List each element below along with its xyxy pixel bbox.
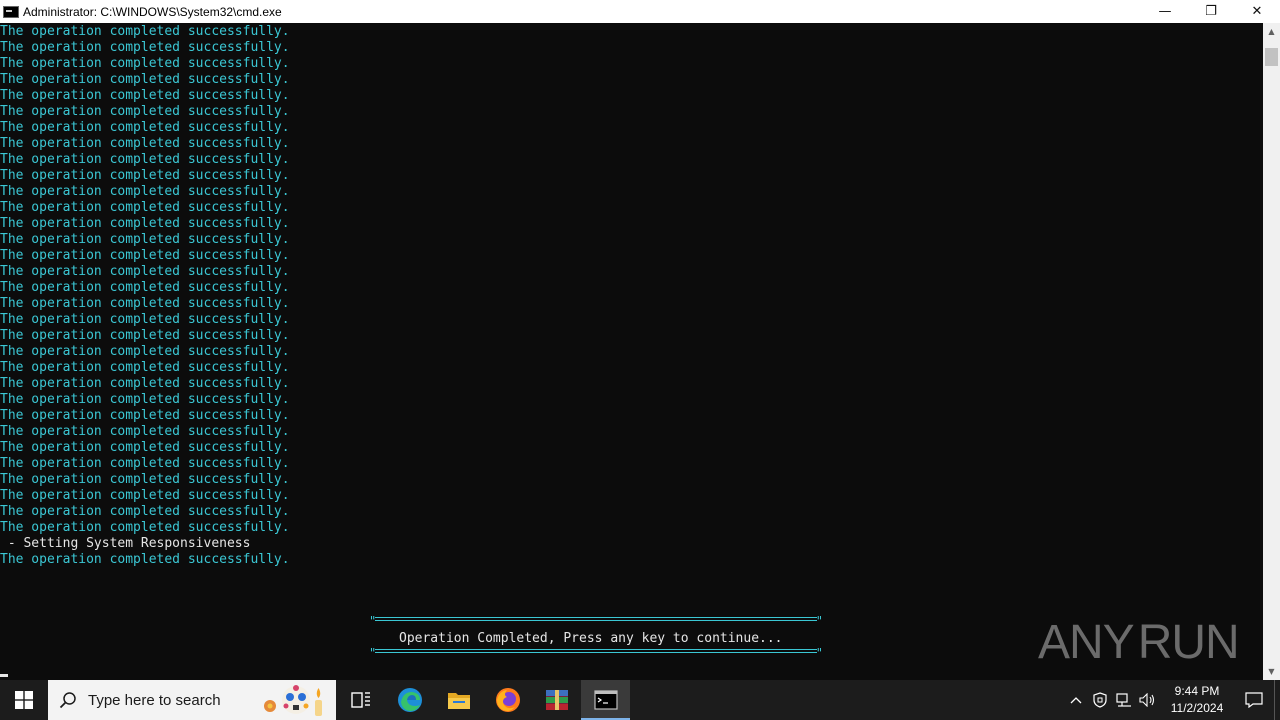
banner-quote: ": [369, 646, 377, 660]
defender-shield-icon[interactable]: [1088, 680, 1112, 720]
console-line: The operation completed successfully.: [0, 120, 290, 135]
console-line: The operation completed successfully.: [0, 472, 290, 487]
cmd-taskbar-button[interactable]: [581, 680, 630, 720]
console-line: The operation completed successfully.: [0, 136, 290, 151]
console-line: The operation completed successfully.: [0, 216, 290, 231]
clock[interactable]: 9:44 PM 11/2/2024: [1160, 683, 1234, 717]
console-line: The operation completed successfully.: [0, 104, 290, 119]
console-line: The operation completed successfully.: [0, 24, 290, 39]
console-line: The operation completed successfully.: [0, 424, 290, 439]
text-cursor: [0, 674, 8, 677]
console-line: The operation completed successfully.: [0, 248, 290, 263]
windows-logo-icon: [15, 691, 33, 709]
double-rule: [375, 649, 817, 653]
edge-icon: [397, 688, 422, 712]
close-button[interactable]: ✕: [1234, 0, 1280, 23]
anyrun-watermark: ANY RUN: [1038, 610, 1240, 674]
banner-quote: ": [815, 614, 823, 628]
console-line: The operation completed successfully.: [0, 184, 290, 199]
console-line: The operation completed successfully.: [0, 296, 290, 311]
show-desktop-button[interactable]: [1274, 680, 1280, 720]
banner-bottom-rule: " ": [369, 646, 823, 660]
file-explorer-taskbar-button[interactable]: [434, 680, 483, 720]
console-line: The operation completed successfully.: [0, 456, 290, 471]
restore-button[interactable]: ❐: [1188, 0, 1234, 23]
console-line: The operation completed successfully.: [0, 312, 290, 327]
cmd-icon: [593, 690, 618, 710]
task-view-icon: [350, 692, 370, 708]
console-line: The operation completed successfully.: [0, 344, 290, 359]
console-output[interactable]: The operation completed successfully. The…: [0, 23, 1263, 680]
firefox-taskbar-button[interactable]: [483, 680, 532, 720]
cmd-app-icon: [3, 5, 19, 18]
taskbar: Type here to search 9:44 PM 11/2/2024: [0, 680, 1280, 720]
console-line: The operation completed successfully.: [0, 168, 290, 183]
console-line: The operation completed successfully.: [0, 376, 290, 391]
taskbar-search-box[interactable]: Type here to search: [48, 680, 336, 720]
banner-top-rule: " ": [369, 614, 823, 628]
notification-center-button[interactable]: [1234, 680, 1274, 720]
console-lines: The operation completed successfully. The…: [0, 24, 290, 568]
search-placeholder: Type here to search: [88, 691, 221, 709]
scrollbar-thumb[interactable]: [1265, 48, 1278, 66]
console-line: The operation completed successfully.: [0, 200, 290, 215]
start-button[interactable]: [0, 680, 48, 720]
vertical-scrollbar[interactable]: ▲ ▼: [1263, 23, 1280, 680]
watermark-left-text: ANY: [1038, 615, 1135, 669]
console-line: The operation completed successfully.: [0, 360, 290, 375]
console-line: The operation completed successfully.: [0, 152, 290, 167]
console-line: - Setting System Responsiveness: [0, 536, 251, 551]
console-line: The operation completed successfully.: [0, 280, 290, 295]
watermark-right-text: RUN: [1137, 615, 1240, 669]
console-line: The operation completed successfully.: [0, 552, 290, 567]
console-line: The operation completed successfully.: [0, 56, 290, 71]
file-explorer-icon: [447, 693, 470, 709]
console-line: The operation completed successfully.: [0, 488, 290, 503]
network-icon[interactable]: [1112, 680, 1136, 720]
console-line: The operation completed successfully.: [0, 232, 290, 247]
console-line: The operation completed successfully.: [0, 72, 290, 87]
winrar-icon: [545, 690, 568, 710]
window-controls: — ❐ ✕: [1142, 0, 1280, 23]
search-icon: [48, 691, 88, 709]
edge-taskbar-button[interactable]: [385, 680, 434, 720]
console-line: The operation completed successfully.: [0, 520, 290, 535]
firefox-icon: [495, 688, 520, 712]
console-line: The operation completed successfully.: [0, 88, 290, 103]
console-line: The operation completed successfully.: [0, 408, 290, 423]
console-line: The operation completed successfully.: [0, 440, 290, 455]
task-view-button[interactable]: [336, 680, 385, 720]
console-line: The operation completed successfully.: [0, 328, 290, 343]
console-line: The operation completed successfully.: [0, 504, 290, 519]
console-line: The operation completed successfully.: [0, 40, 290, 55]
scroll-down-arrow-icon[interactable]: ▼: [1263, 663, 1280, 680]
clock-date: 11/2/2024: [1170, 701, 1224, 715]
console-line: The operation completed successfully.: [0, 392, 290, 407]
clock-time: 9:44 PM: [1174, 684, 1220, 698]
press-any-key-message: Operation Completed, Press any key to co…: [399, 631, 783, 646]
winrar-taskbar-button[interactable]: [532, 680, 581, 720]
scroll-up-arrow-icon[interactable]: ▲: [1263, 23, 1280, 40]
window-title: Administrator: C:\WINDOWS\System32\cmd.e…: [23, 4, 282, 19]
volume-icon[interactable]: [1136, 680, 1160, 720]
notification-icon: [1245, 692, 1263, 708]
double-rule: [375, 617, 817, 621]
show-hidden-icons-chevron-icon[interactable]: [1064, 680, 1088, 720]
console-line: The operation completed successfully.: [0, 264, 290, 279]
search-highlight-illustration-icon: [264, 685, 322, 716]
title-bar[interactable]: Administrator: C:\WINDOWS\System32\cmd.e…: [0, 0, 1280, 23]
minimize-button[interactable]: —: [1142, 0, 1188, 23]
system-tray: 9:44 PM 11/2/2024: [1064, 680, 1280, 720]
banner-quote: ": [369, 614, 377, 628]
banner-quote: ": [815, 646, 823, 660]
